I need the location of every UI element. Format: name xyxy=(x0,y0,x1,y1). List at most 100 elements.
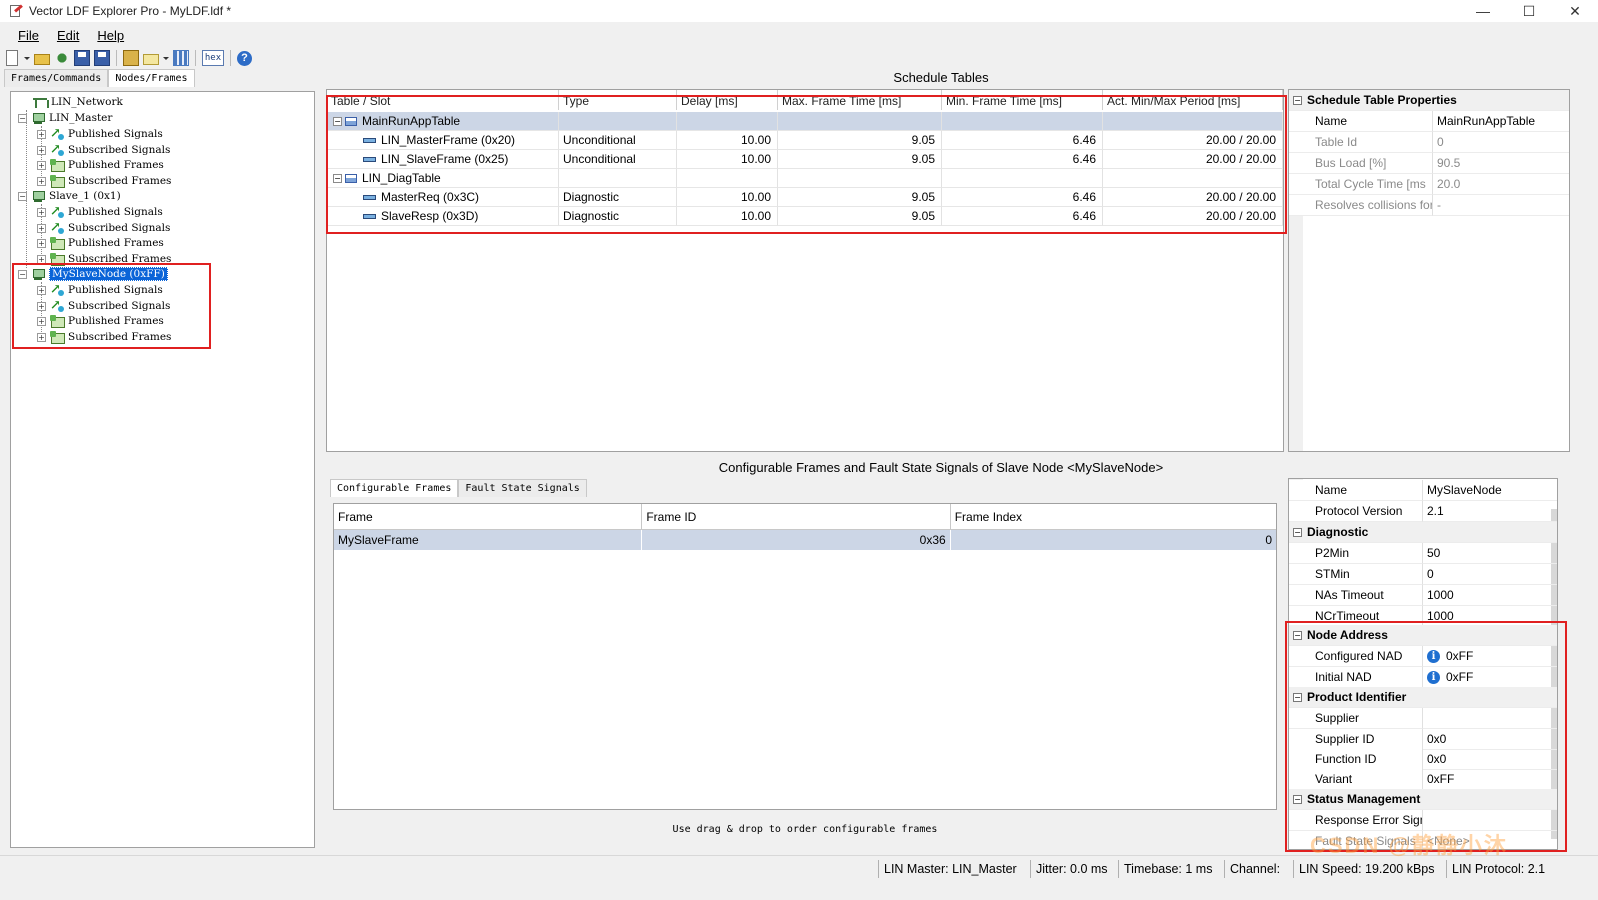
tree-item-published-frames[interactable]: + Published Frames xyxy=(37,235,164,251)
menu-edit[interactable]: Edit xyxy=(48,28,88,43)
save-as-icon[interactable] xyxy=(94,50,110,66)
tree-item-subscribed-signals[interactable]: + Subscribed Signals xyxy=(37,220,170,236)
schedule-slot-row[interactable]: SlaveResp (0x3D) Diagnostic 10.00 9.05 6… xyxy=(327,207,1283,226)
hex-toggle-button[interactable]: hex xyxy=(202,50,224,66)
schedule-table-row[interactable]: − LIN_DiagTable xyxy=(327,169,1283,188)
add-node-icon[interactable] xyxy=(123,50,139,66)
table-row[interactable]: MySlaveFrame 0x36 0 xyxy=(334,530,1276,550)
property-row[interactable]: Name MainRunAppTable xyxy=(1289,111,1569,132)
property-row[interactable]: Table Id 0 xyxy=(1289,132,1569,153)
column-header[interactable]: Frame xyxy=(334,504,643,529)
column-header[interactable]: Max. Frame Time [ms] xyxy=(778,90,942,110)
tree-item-lin-master[interactable]: − LIN_Master xyxy=(18,110,112,126)
property-row[interactable]: Name MySlaveNode xyxy=(1289,480,1557,501)
open-folder-icon[interactable] xyxy=(34,54,50,65)
column-header[interactable]: Delay [ms] xyxy=(677,90,778,110)
tree-item-subscribed-frames[interactable]: + Subscribed Frames xyxy=(37,173,171,189)
column-header[interactable]: Type xyxy=(559,90,677,110)
tab-frames-commands[interactable]: Frames/Commands xyxy=(4,69,109,87)
property-row[interactable]: Resolves collisions for - xyxy=(1289,195,1569,216)
status-timebase: Timebase: 1 ms xyxy=(1118,860,1212,878)
collapse-icon[interactable]: − xyxy=(1293,527,1302,537)
add-frame-dropdown-icon[interactable] xyxy=(163,50,169,66)
property-row[interactable]: Configured NAD i 0xFF xyxy=(1289,646,1557,667)
collapse-icon[interactable]: − xyxy=(18,269,27,279)
category-schedule-table-properties[interactable]: − Schedule Table Properties xyxy=(1289,90,1569,111)
maximize-button[interactable]: ☐ xyxy=(1506,0,1552,22)
tree-item-slave-1[interactable]: − Slave_1 (0x1) xyxy=(18,188,121,204)
category-status-management[interactable]: − Status Management xyxy=(1289,789,1557,810)
menu-file[interactable]: File xyxy=(0,28,48,43)
column-header[interactable]: Frame Index xyxy=(951,504,1276,529)
property-row[interactable]: NAs Timeout 1000 xyxy=(1289,585,1557,606)
close-button[interactable]: ✕ xyxy=(1552,0,1598,22)
column-header[interactable]: Table / Slot xyxy=(327,90,559,110)
menu-help[interactable]: Help xyxy=(88,28,133,43)
tree-item-published-signals[interactable]: + Published Signals xyxy=(37,204,163,220)
collapse-icon[interactable]: − xyxy=(333,117,342,127)
add-frame-icon[interactable] xyxy=(143,54,159,65)
help-icon[interactable]: ? xyxy=(237,50,252,66)
collapse-icon[interactable]: − xyxy=(333,174,342,184)
tab-nodes-frames[interactable]: Nodes/Frames xyxy=(108,69,195,87)
property-row[interactable]: Initial NAD i 0xFF xyxy=(1289,667,1557,688)
expand-icon[interactable]: + xyxy=(37,238,46,248)
expand-icon[interactable]: + xyxy=(37,223,46,233)
category-diagnostic[interactable]: − Diagnostic xyxy=(1289,522,1557,543)
category-node-address[interactable]: − Node Address xyxy=(1289,625,1557,646)
expand-icon[interactable]: + xyxy=(37,301,46,311)
column-header[interactable]: Frame ID xyxy=(642,504,951,529)
expand-icon[interactable]: + xyxy=(37,254,46,264)
property-row[interactable]: Supplier xyxy=(1289,708,1557,729)
property-row[interactable]: Variant 0xFF xyxy=(1289,769,1557,790)
expand-icon[interactable]: + xyxy=(37,176,46,186)
tree-item-published-frames[interactable]: + Published Frames xyxy=(37,157,164,173)
tree-item-network[interactable]: LIN_Network xyxy=(33,94,123,110)
property-row[interactable]: Supplier ID 0x0 xyxy=(1289,729,1557,750)
schedule-table-row[interactable]: − MainRunAppTable xyxy=(327,112,1283,131)
schedule-icon[interactable] xyxy=(173,50,189,66)
new-file-icon[interactable] xyxy=(6,50,18,66)
expand-icon[interactable]: + xyxy=(37,332,46,342)
expand-icon[interactable]: + xyxy=(37,207,46,217)
tree-item-published-signals[interactable]: + Published Signals xyxy=(37,126,163,142)
expand-icon[interactable]: + xyxy=(37,316,46,326)
minimize-button[interactable]: — xyxy=(1460,0,1506,22)
property-row[interactable]: Protocol Version 2.1 xyxy=(1289,501,1557,522)
network-icon[interactable] xyxy=(54,50,70,66)
schedule-slot-row[interactable]: LIN_SlaveFrame (0x25) Unconditional 10.0… xyxy=(327,150,1283,169)
configurable-frames-grid: Frame Frame ID Frame Index MySlaveFrame … xyxy=(333,503,1277,810)
tree-item-subscribed-frames[interactable]: + Subscribed Frames xyxy=(37,329,171,345)
save-icon[interactable] xyxy=(74,50,90,66)
tree-item-myslavenode[interactable]: − MySlaveNode (0xFF) xyxy=(18,266,168,282)
collapse-icon[interactable]: − xyxy=(1293,794,1302,804)
tree-item-published-frames[interactable]: + Published Frames xyxy=(37,313,164,329)
schedule-slot-row[interactable]: MasterReq (0x3C) Diagnostic 10.00 9.05 6… xyxy=(327,188,1283,207)
tree-item-subscribed-signals[interactable]: + Subscribed Signals xyxy=(37,142,170,158)
collapse-icon[interactable]: − xyxy=(1293,95,1302,105)
column-header[interactable]: Act. Min/Max Period [ms] xyxy=(1103,90,1283,110)
tab-fault-state-signals[interactable]: Fault State Signals xyxy=(458,479,587,497)
tree-item-subscribed-signals[interactable]: + Subscribed Signals xyxy=(37,298,170,314)
tree-item-published-signals[interactable]: + Published Signals xyxy=(37,282,163,298)
tab-configurable-frames[interactable]: Configurable Frames xyxy=(330,479,459,497)
expand-icon[interactable]: + xyxy=(37,129,46,139)
column-header[interactable]: Min. Frame Time [ms] xyxy=(942,90,1103,110)
collapse-icon[interactable]: − xyxy=(1293,692,1302,702)
property-row[interactable]: NCrTimeout 1000 xyxy=(1289,606,1557,627)
category-product-identifier[interactable]: − Product Identifier xyxy=(1289,687,1557,708)
expand-icon[interactable]: + xyxy=(37,160,46,170)
collapse-icon[interactable]: − xyxy=(1293,630,1302,640)
new-dropdown-icon[interactable] xyxy=(24,50,30,66)
property-row[interactable]: Total Cycle Time [ms 20.0 xyxy=(1289,174,1569,195)
property-row[interactable]: Bus Load [%] 90.5 xyxy=(1289,153,1569,174)
collapse-icon[interactable]: − xyxy=(18,113,27,123)
property-row[interactable]: P2Min 50 xyxy=(1289,543,1557,564)
collapse-icon[interactable]: − xyxy=(18,191,27,201)
expand-icon[interactable]: + xyxy=(37,145,46,155)
expand-icon[interactable]: + xyxy=(37,285,46,295)
property-row[interactable]: STMin 0 xyxy=(1289,564,1557,585)
property-row[interactable]: Function ID 0x0 xyxy=(1289,749,1557,770)
tree-item-subscribed-frames[interactable]: + Subscribed Frames xyxy=(37,251,171,267)
schedule-slot-row[interactable]: LIN_MasterFrame (0x20) Unconditional 10.… xyxy=(327,131,1283,150)
